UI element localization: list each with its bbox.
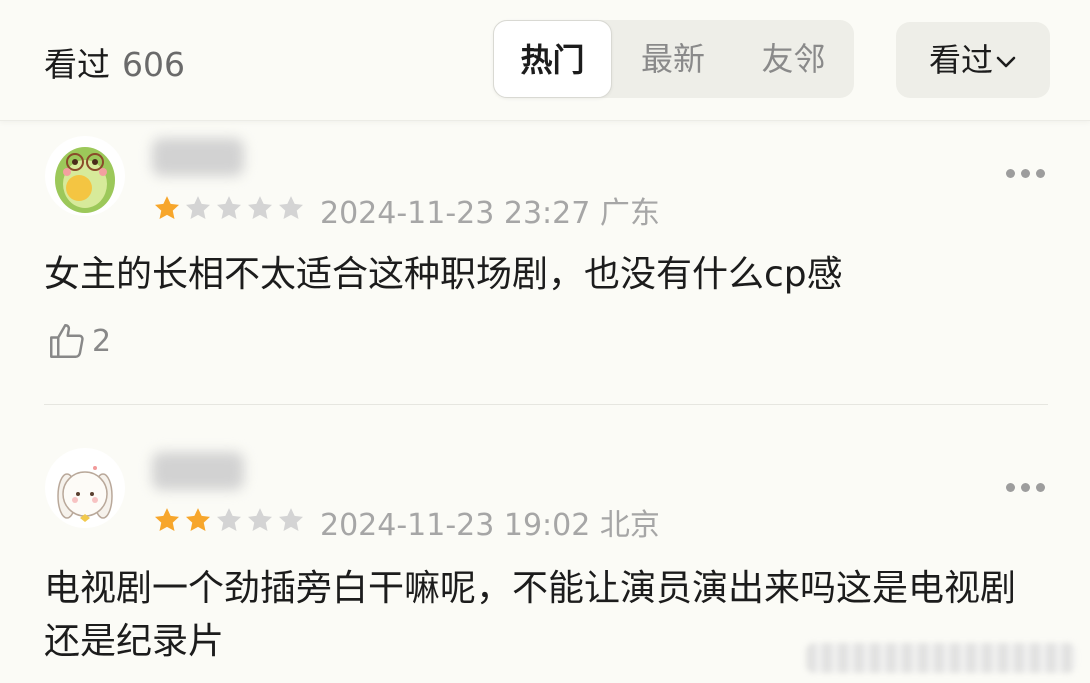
watched-count: 606 bbox=[122, 45, 185, 84]
username-blurred[interactable] bbox=[152, 452, 244, 490]
sort-tabs: 热门 最新 友邻 bbox=[493, 20, 854, 98]
comment-text: 女主的长相不太适合这种职场剧，也没有什么cp感 bbox=[44, 254, 843, 295]
more-options-icon[interactable] bbox=[1006, 169, 1045, 178]
comment-location: 广东 bbox=[599, 196, 660, 231]
status-filter-dropdown[interactable]: 看过 bbox=[896, 22, 1050, 98]
star-icon bbox=[217, 508, 241, 531]
star-icon bbox=[248, 196, 272, 219]
watched-count-title: 看过 606 bbox=[44, 38, 185, 86]
comment-date: 2024-11-23 19:02 bbox=[320, 508, 591, 543]
more-options-icon[interactable] bbox=[1006, 483, 1045, 492]
star-icon bbox=[279, 508, 303, 531]
star-icon bbox=[155, 508, 179, 531]
comment-meta: 2024-11-23 23:27 广东 bbox=[320, 188, 660, 232]
tab-hot[interactable]: 热门 bbox=[493, 20, 612, 98]
thumbs-up-icon bbox=[50, 324, 84, 358]
comment-date: 2024-11-23 23:27 bbox=[320, 196, 591, 231]
star-icon bbox=[279, 196, 303, 219]
avatar[interactable] bbox=[45, 136, 125, 216]
status-filter-label: 看过 bbox=[928, 41, 993, 79]
rating-stars bbox=[152, 193, 306, 223]
chevron-down-icon bbox=[995, 21, 1017, 97]
watched-label: 看过 bbox=[44, 45, 110, 84]
watermark bbox=[806, 643, 1076, 673]
username-blurred[interactable] bbox=[152, 138, 244, 176]
star-icon bbox=[186, 508, 210, 531]
tab-friends[interactable]: 友邻 bbox=[733, 20, 854, 98]
star-icon bbox=[217, 196, 241, 219]
star-icon bbox=[248, 508, 272, 531]
rating-stars bbox=[152, 505, 306, 535]
star-icon bbox=[155, 196, 179, 219]
divider bbox=[44, 404, 1048, 405]
star-icon bbox=[186, 196, 210, 219]
comment-meta: 2024-11-23 19:02 北京 bbox=[320, 500, 660, 544]
tab-latest[interactable]: 最新 bbox=[613, 20, 733, 98]
comment-location: 北京 bbox=[599, 508, 660, 543]
like-count: 2 bbox=[92, 323, 112, 359]
like-button[interactable]: 2 bbox=[46, 320, 111, 362]
avatar[interactable] bbox=[45, 448, 125, 528]
comments-header: 看过 606 热门 最新 友邻 看过 bbox=[0, 0, 1090, 121]
